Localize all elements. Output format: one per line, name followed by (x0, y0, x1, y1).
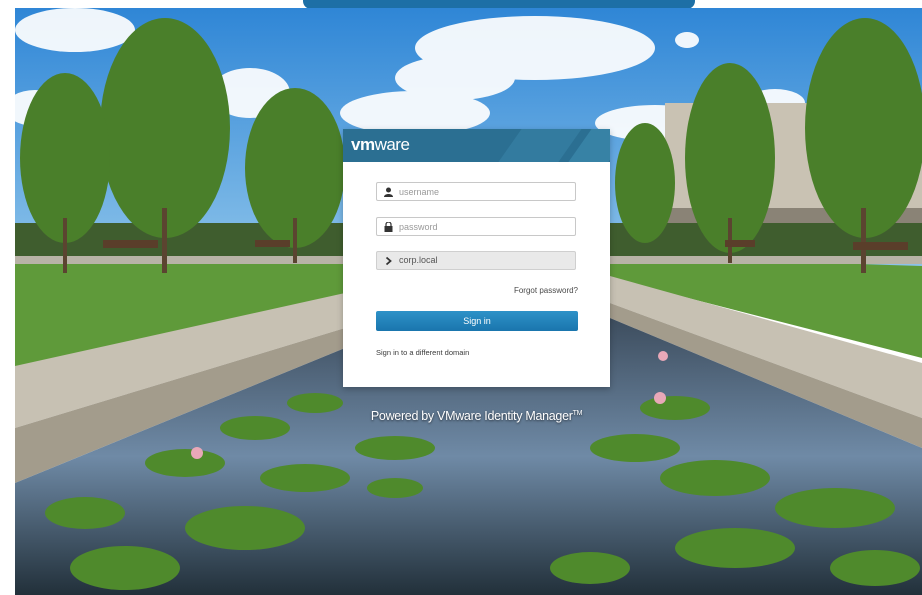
username-input[interactable] (399, 184, 569, 199)
vmware-logo: vmware (351, 135, 410, 155)
trademark-mark: TM (572, 409, 583, 417)
powered-by-text: Powered by VMware Identity Manager (370, 409, 573, 423)
chevron-right-icon (385, 256, 392, 266)
sign-in-button[interactable]: Sign in (376, 311, 578, 331)
different-domain-link[interactable]: Sign in to a different domain (376, 348, 469, 357)
domain-value: corp.local (399, 255, 438, 265)
card-header: vmware (343, 129, 610, 162)
forgot-password-link[interactable]: Forgot password? (514, 286, 578, 295)
lock-icon (384, 222, 393, 232)
user-icon (384, 187, 393, 197)
password-input[interactable] (399, 219, 569, 234)
logo-vm: vm (351, 135, 375, 154)
domain-select[interactable]: corp.local (376, 251, 576, 270)
login-card: vmware corp.local Forgot password? Sign … (343, 129, 610, 387)
header-stripe (498, 129, 582, 162)
powered-by-footer: Powered by VMware Identity ManagerTM (343, 409, 610, 423)
password-field (376, 217, 576, 236)
logo-ware: ware (374, 135, 410, 154)
username-field (376, 182, 576, 201)
